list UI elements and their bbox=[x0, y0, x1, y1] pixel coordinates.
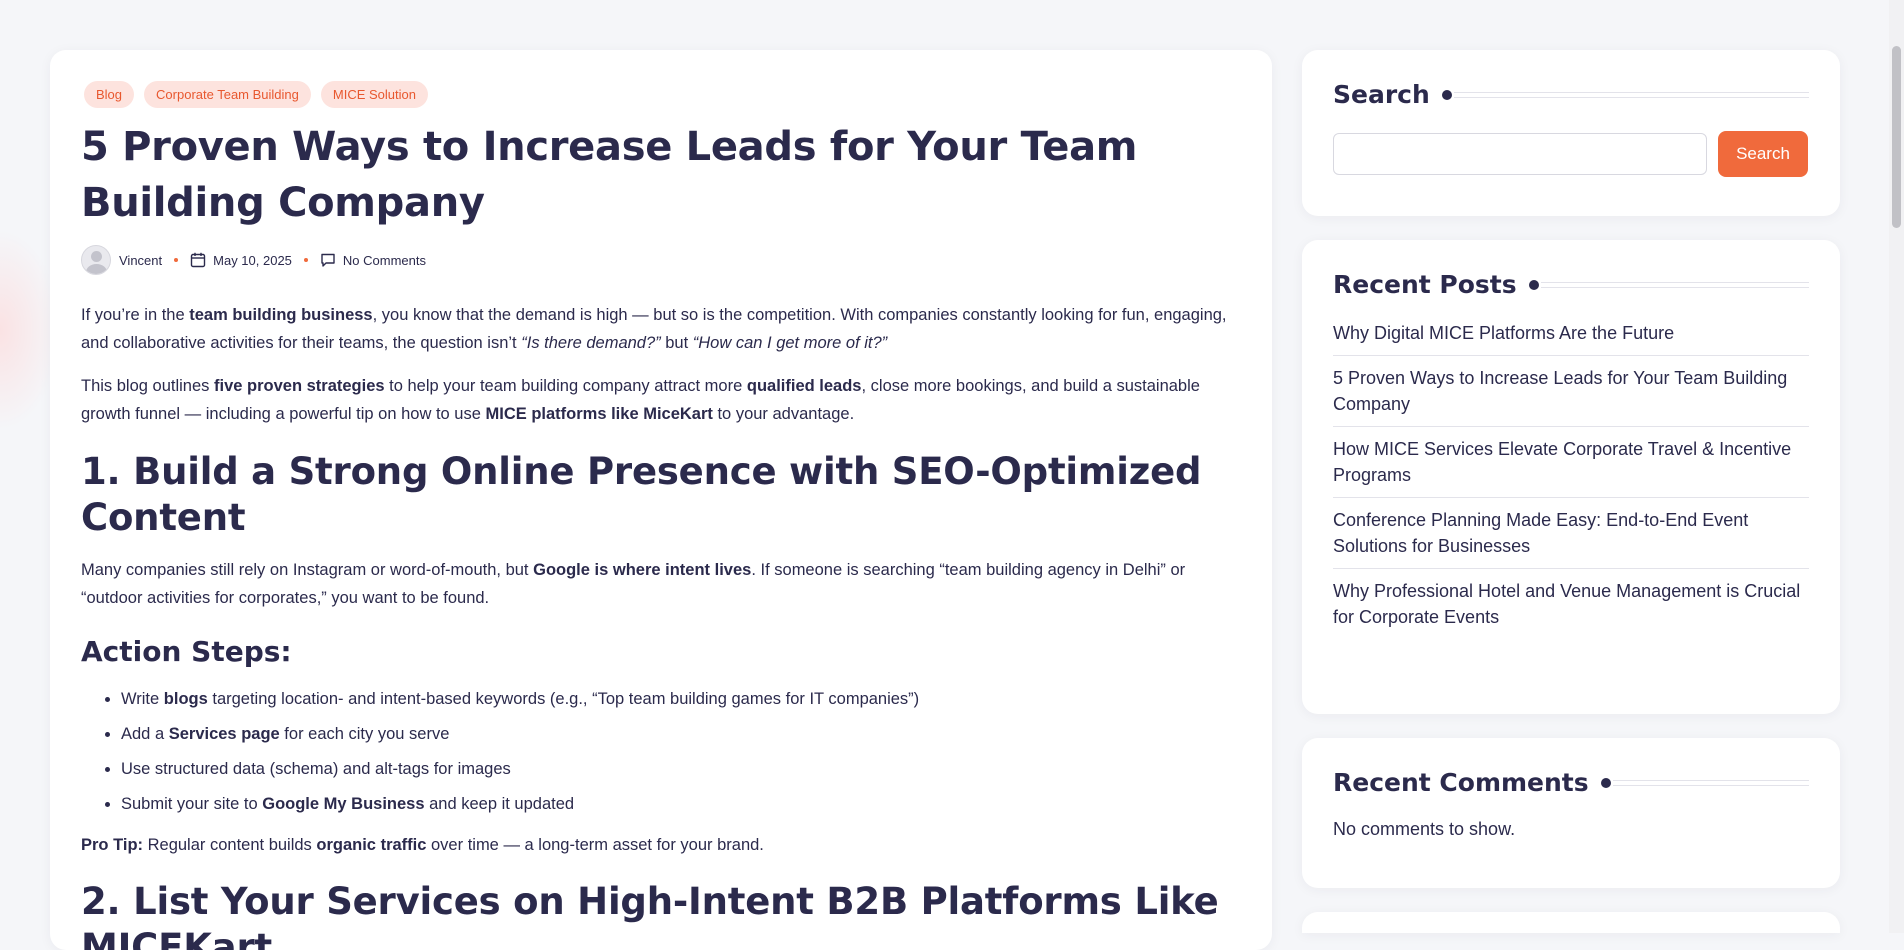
scrollbar-thumb[interactable] bbox=[1892, 46, 1901, 228]
strong-text: team building business bbox=[189, 306, 373, 324]
comments-link[interactable]: No Comments bbox=[320, 252, 426, 268]
text: to help your team building company attra… bbox=[384, 377, 747, 395]
section1-paragraph: Many companies still rely on Instagram o… bbox=[81, 556, 1241, 612]
title-rule bbox=[1612, 779, 1809, 786]
meta-separator bbox=[174, 258, 179, 262]
title-bullet bbox=[1528, 279, 1539, 290]
search-widget: Search Search bbox=[1302, 50, 1840, 216]
recent-post-link[interactable]: 5 Proven Ways to Increase Leads for Your… bbox=[1333, 356, 1809, 427]
italic-text: “How can I get more of it?” bbox=[692, 334, 888, 352]
section-heading-1: 1. Build a Strong Online Presence with S… bbox=[81, 450, 1202, 539]
strong-text: qualified leads bbox=[746, 377, 862, 395]
title-rule bbox=[1540, 281, 1809, 288]
tag-corporate-team-building[interactable]: Corporate Team Building bbox=[144, 81, 311, 108]
no-comments-text: No comments to show. bbox=[1333, 819, 1516, 839]
action-steps-list: Write blogs targeting location- and inte… bbox=[81, 682, 1241, 822]
strong-text: five proven strategies bbox=[214, 377, 385, 395]
text: Regular content builds bbox=[143, 836, 317, 854]
comment-icon bbox=[321, 253, 335, 267]
search-title: Search bbox=[1333, 80, 1430, 109]
pro-tip: Pro Tip: Regular content builds organic … bbox=[81, 831, 1241, 859]
recent-post-link[interactable]: How MICE Services Elevate Corporate Trav… bbox=[1333, 427, 1809, 498]
tag-blog[interactable]: Blog bbox=[84, 81, 135, 108]
list-item: Add a Services page for each city you se… bbox=[121, 717, 1241, 752]
strong-text: Google is where intent lives bbox=[533, 561, 752, 579]
intro-paragraph: If you’re in the team building business,… bbox=[81, 301, 1241, 357]
title-bullet bbox=[1441, 89, 1452, 100]
widget-title: Search bbox=[1333, 80, 1809, 109]
italic-text: “Is there demand?” bbox=[521, 334, 661, 352]
pro-tip-label: Pro Tip: bbox=[81, 836, 144, 854]
strong-text: MICE platforms like MiceKart bbox=[485, 405, 713, 423]
recent-comments-widget: Recent Comments No comments to show. bbox=[1302, 738, 1840, 888]
tag-mice-solution[interactable]: MICE Solution bbox=[320, 81, 428, 108]
action-steps-heading: Action Steps: bbox=[81, 635, 292, 668]
strong-text: blogs bbox=[163, 690, 208, 708]
author-link[interactable]: Vincent bbox=[119, 253, 162, 268]
text: targeting location- and intent-based key… bbox=[207, 690, 920, 708]
widget-title: Recent Posts bbox=[1333, 270, 1809, 299]
search-button[interactable]: Search bbox=[1718, 131, 1808, 177]
page-scrollbar[interactable] bbox=[1889, 0, 1904, 933]
article-title: 5 Proven Ways to Increase Leads for Your… bbox=[81, 124, 1138, 226]
text: for each city you serve bbox=[279, 725, 450, 743]
strong-text: Google My Business bbox=[262, 795, 425, 813]
text: but bbox=[660, 334, 693, 352]
recent-post-link[interactable]: Conference Planning Made Easy: End-to-En… bbox=[1333, 498, 1809, 569]
strong-text: organic traffic bbox=[316, 836, 427, 854]
widget-title: Recent Comments bbox=[1333, 768, 1809, 797]
text: Write bbox=[121, 690, 164, 708]
title-bullet bbox=[1600, 777, 1611, 788]
text: Use structured data (schema) and alt-tag… bbox=[121, 760, 511, 778]
search-row: Search bbox=[1333, 131, 1809, 177]
recent-posts-widget: Recent Posts Why Digital MICE Platforms … bbox=[1302, 240, 1840, 714]
list-item: Submit your site to Google My Business a… bbox=[121, 787, 1241, 822]
recent-posts-list: Why Digital MICE Platforms Are the Futur… bbox=[1333, 311, 1809, 639]
recent-post-link[interactable]: Why Professional Hotel and Venue Managem… bbox=[1333, 569, 1809, 639]
section-heading-2: 2. List Your Services on High-Intent B2B… bbox=[81, 880, 1219, 950]
text: Many companies still rely on Instagram o… bbox=[81, 561, 534, 579]
text: Add a bbox=[121, 725, 169, 743]
date-text: May 10, 2025 bbox=[213, 252, 292, 268]
list-item: Use structured data (schema) and alt-tag… bbox=[121, 752, 1241, 787]
recent-comments-title: Recent Comments bbox=[1333, 768, 1589, 797]
article-meta: Vincent May 10, 2025 No Comments bbox=[81, 245, 1241, 275]
text: over time — a long-term asset for your b… bbox=[426, 836, 764, 854]
text: Submit your site to bbox=[121, 795, 263, 813]
date-link[interactable]: May 10, 2025 bbox=[190, 252, 292, 268]
article-body: If you’re in the team building business,… bbox=[81, 301, 1241, 950]
category-tags: Blog Corporate Team Building MICE Soluti… bbox=[84, 81, 1241, 108]
recent-posts-title: Recent Posts bbox=[1333, 270, 1517, 299]
recent-post-link[interactable]: Why Digital MICE Platforms Are the Futur… bbox=[1333, 311, 1809, 356]
search-input[interactable] bbox=[1333, 133, 1707, 175]
text: and keep it updated bbox=[424, 795, 575, 813]
text: If you’re in the bbox=[81, 306, 190, 324]
strong-text: Services page bbox=[168, 725, 280, 743]
article-card: Blog Corporate Team Building MICE Soluti… bbox=[50, 50, 1272, 950]
title-rule bbox=[1453, 91, 1809, 98]
text: to your advantage. bbox=[712, 405, 855, 423]
text: This blog outlines bbox=[81, 377, 214, 395]
avatar bbox=[81, 245, 111, 275]
calendar-icon bbox=[190, 252, 206, 268]
list-item: Write blogs targeting location- and inte… bbox=[121, 682, 1241, 717]
next-widget bbox=[1302, 912, 1840, 933]
meta-separator bbox=[303, 258, 308, 262]
comments-text: No Comments bbox=[342, 252, 426, 268]
outline-paragraph: This blog outlines five proven strategie… bbox=[81, 372, 1241, 428]
